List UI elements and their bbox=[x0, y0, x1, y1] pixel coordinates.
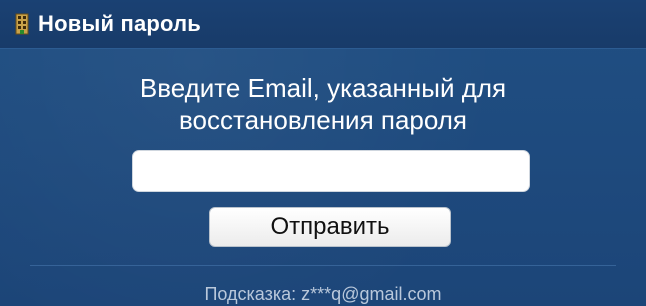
email-input[interactable] bbox=[132, 150, 530, 192]
divider bbox=[30, 265, 616, 266]
hint-email: z***q@gmail.com bbox=[301, 284, 442, 304]
prompt-line-2: восстановления пароля bbox=[178, 105, 468, 135]
panel-header: Новый пароль bbox=[0, 0, 646, 49]
password-reset-panel: Новый пароль Введите Email, указанный дл… bbox=[0, 0, 646, 306]
send-button[interactable]: Отправить bbox=[209, 207, 451, 247]
building-icon bbox=[14, 12, 30, 36]
hint-label: Подсказка: bbox=[204, 284, 297, 304]
prompt-line-1: Введите Email, указанный для bbox=[139, 73, 507, 103]
email-hint: Подсказка: z***q@gmail.com bbox=[0, 284, 646, 305]
page-title: Новый пароль bbox=[38, 11, 202, 36]
email-prompt: Введите Email, указанный для восстановле… bbox=[0, 72, 646, 136]
